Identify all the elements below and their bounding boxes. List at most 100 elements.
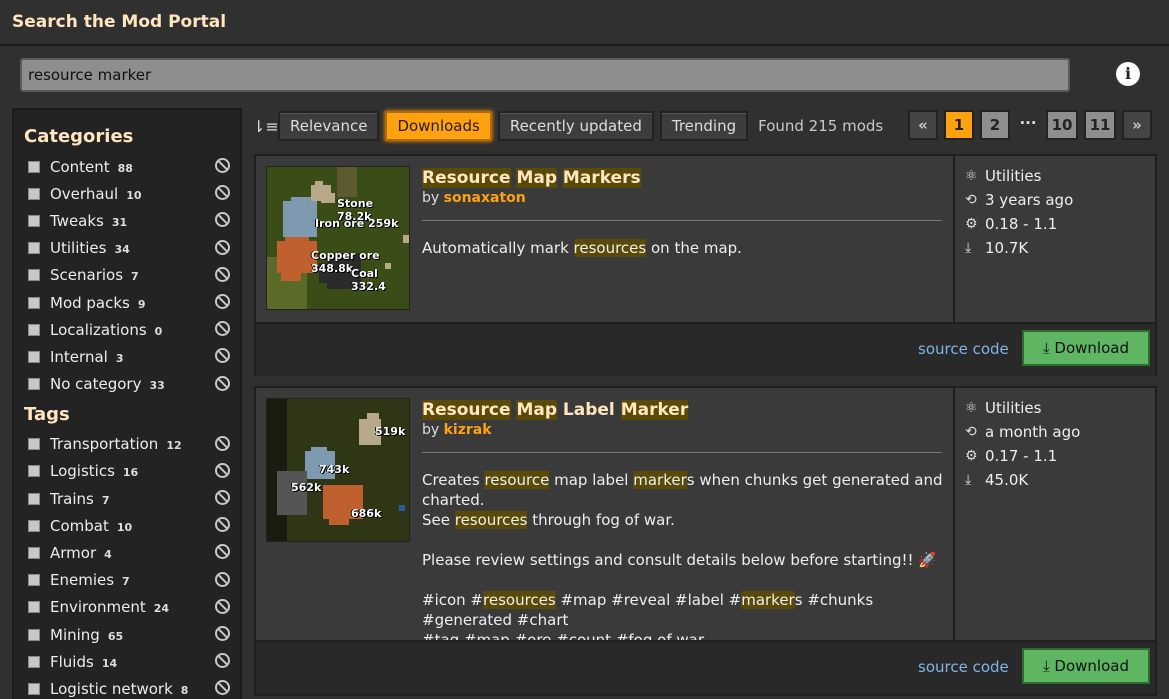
tag-label: Armor: [50, 544, 97, 563]
page-10-button[interactable]: 10: [1046, 110, 1078, 140]
categories-heading: Categories: [24, 126, 134, 147]
checkbox[interactable]: [28, 682, 40, 695]
mod-title-link[interactable]: Resource Map Markers: [422, 168, 641, 188]
tag-count: 4: [104, 548, 112, 562]
tag-item[interactable]: Combat 10: [14, 512, 240, 539]
checkbox[interactable]: [28, 350, 40, 363]
tag-item[interactable]: Armor 4: [14, 539, 240, 566]
download-count-icon: ⤓: [965, 472, 972, 488]
tag-label: Environment: [50, 598, 146, 617]
mod-title-link[interactable]: Resource Map Label Marker: [422, 400, 689, 420]
page-2-button[interactable]: 2: [980, 110, 1010, 140]
thumb-label: Iron ore 259k: [315, 217, 399, 230]
category-count: 0: [154, 324, 163, 338]
mod-card: 519k 743k 562k 686k Resource Map Label M…: [254, 386, 1157, 696]
exclude-icon[interactable]: [215, 212, 230, 228]
checkbox[interactable]: [28, 492, 40, 505]
author-link[interactable]: sonaxaton: [444, 190, 526, 206]
download-button[interactable]: ⤓ Download: [1022, 330, 1150, 366]
checkbox[interactable]: [28, 628, 40, 641]
checkbox[interactable]: [28, 547, 40, 560]
thumb-label: 686k: [351, 507, 382, 520]
source-code-link[interactable]: source code: [918, 658, 1009, 676]
category-count: 10: [126, 188, 142, 202]
page-11-button[interactable]: 11: [1084, 110, 1116, 140]
mod-thumbnail[interactable]: 519k 743k 562k 686k: [266, 398, 410, 542]
exclude-icon[interactable]: [215, 375, 230, 391]
category-item[interactable]: Localizations 0: [14, 316, 240, 343]
checkbox[interactable]: [28, 160, 40, 173]
sort-trending-button[interactable]: Trending: [659, 111, 749, 141]
exclude-icon[interactable]: [215, 544, 230, 560]
mod-updated: 3 years ago: [985, 191, 1074, 209]
tag-item[interactable]: Mining 65: [14, 621, 240, 648]
checkbox[interactable]: [28, 242, 40, 255]
tag-item[interactable]: Trains 7: [14, 485, 240, 512]
checkbox[interactable]: [28, 465, 40, 478]
category-item[interactable]: Content 88: [14, 153, 240, 180]
download-count-icon: ⤓: [965, 240, 972, 256]
category-item[interactable]: Utilities 34: [14, 235, 240, 262]
category-item[interactable]: Scenarios 7: [14, 262, 240, 289]
exclude-icon[interactable]: [215, 239, 230, 255]
page-1-button[interactable]: 1: [944, 110, 974, 140]
tag-item[interactable]: Logistic network 8: [14, 675, 240, 699]
tag-item[interactable]: Fluids 14: [14, 648, 240, 675]
category-item[interactable]: Overhaul 10: [14, 180, 240, 207]
category-item[interactable]: Mod packs 9: [14, 289, 240, 316]
exclude-icon[interactable]: [215, 185, 230, 201]
exclude-icon[interactable]: [215, 435, 230, 451]
category-item[interactable]: Tweaks 31: [14, 207, 240, 234]
exclude-icon[interactable]: [215, 266, 230, 282]
sort-downloads-button[interactable]: Downloads: [385, 111, 492, 141]
checkbox[interactable]: [28, 269, 40, 282]
info-icon[interactable]: i: [1116, 62, 1140, 86]
exclude-icon[interactable]: [215, 626, 230, 641]
mod-thumbnail[interactable]: Stone 78.2k Iron ore 259k Copper ore 348…: [266, 166, 410, 310]
mod-category[interactable]: Utilities: [985, 399, 1041, 417]
tag-item[interactable]: Transportation 12: [14, 431, 240, 458]
exclude-icon[interactable]: [215, 490, 230, 506]
download-button[interactable]: ⤓ Download: [1022, 648, 1150, 684]
exclude-icon[interactable]: [215, 680, 230, 696]
tag-count: 65: [107, 629, 124, 643]
gear-icon: ⚙: [965, 448, 978, 464]
mod-meta: ⚛ Utilities ⟲ 3 years ago ⚙ 0.18 - 1.1 ⤓ 10.…: [953, 156, 1155, 322]
checkbox[interactable]: [28, 296, 40, 309]
checkbox[interactable]: [28, 655, 40, 668]
exclude-icon[interactable]: [215, 517, 230, 533]
first-page-icon[interactable]: «: [908, 110, 938, 140]
checkbox[interactable]: [28, 601, 40, 614]
tag-item[interactable]: Environment 24: [14, 594, 240, 621]
exclude-icon[interactable]: [215, 293, 230, 309]
exclude-icon[interactable]: [215, 158, 230, 173]
tag-item[interactable]: Logistics 16: [14, 458, 240, 485]
exclude-icon[interactable]: [215, 462, 230, 478]
sort-order-icon[interactable]: ⇂≡: [252, 117, 279, 136]
exclude-icon[interactable]: [215, 348, 230, 364]
checkbox[interactable]: [28, 574, 40, 587]
sort-recently-updated-button[interactable]: Recently updated: [497, 111, 654, 141]
search-input[interactable]: resource marker: [20, 58, 1070, 92]
checkbox[interactable]: [28, 323, 40, 336]
tag-list: Transportation 12 Logistics 16 Trains 7 Combat…: [14, 431, 240, 699]
checkbox[interactable]: [28, 438, 40, 451]
exclude-icon[interactable]: [215, 571, 230, 587]
checkbox[interactable]: [28, 519, 40, 532]
checkbox[interactable]: [28, 187, 40, 200]
checkbox[interactable]: [28, 378, 40, 391]
sort-bar: ⇂≡ Relevance Downloads Recently updated …: [252, 110, 883, 142]
source-code-link[interactable]: source code: [918, 340, 1009, 358]
last-page-icon[interactable]: »: [1122, 110, 1152, 140]
category-item[interactable]: No category 33: [14, 371, 240, 398]
mod-downloads: 45.0K: [985, 471, 1029, 489]
exclude-icon[interactable]: [215, 653, 230, 669]
exclude-icon[interactable]: [215, 321, 230, 337]
mod-category[interactable]: Utilities: [985, 167, 1041, 185]
sort-relevance-button[interactable]: Relevance: [278, 111, 380, 141]
checkbox[interactable]: [28, 214, 40, 227]
category-item[interactable]: Internal 3: [14, 343, 240, 370]
tag-item[interactable]: Enemies 7: [14, 567, 240, 594]
author-link[interactable]: kizrak: [444, 422, 492, 438]
exclude-icon[interactable]: [215, 598, 230, 614]
